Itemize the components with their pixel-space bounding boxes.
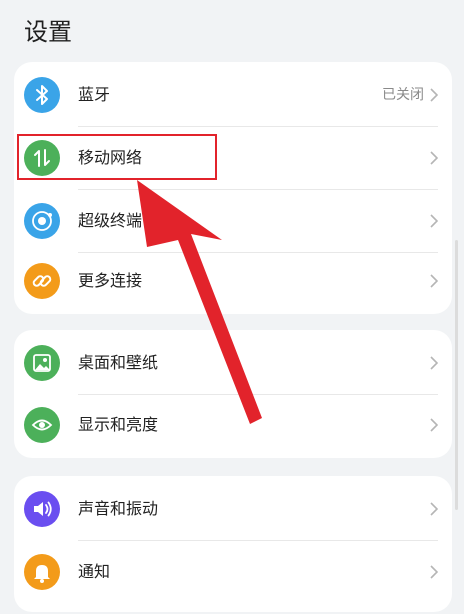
scrollbar[interactable] bbox=[455, 240, 458, 510]
settings-item-super-device[interactable]: 超级终端 bbox=[14, 190, 452, 252]
settings-item-label: 声音和振动 bbox=[78, 499, 159, 518]
chevron-right-icon bbox=[430, 418, 438, 432]
chevron-right-icon bbox=[430, 214, 438, 228]
highlight-box bbox=[17, 134, 217, 180]
sound-card: 声音和振动 通知 bbox=[14, 476, 452, 612]
bell-icon bbox=[24, 554, 60, 590]
chevron-right-icon bbox=[430, 88, 438, 102]
display-card: 桌面和壁纸 显示和亮度 bbox=[14, 330, 452, 458]
speaker-icon bbox=[24, 491, 60, 527]
settings-item-label: 显示和亮度 bbox=[78, 415, 159, 434]
chevron-right-icon bbox=[430, 356, 438, 370]
chevron-right-icon bbox=[430, 274, 438, 288]
page-title: 设置 bbox=[24, 18, 72, 46]
chevron-right-icon bbox=[430, 502, 438, 516]
eye-icon bbox=[24, 407, 60, 443]
settings-item-label: 超级终端 bbox=[78, 211, 143, 230]
link-icon bbox=[24, 263, 60, 299]
super-device-icon bbox=[24, 203, 60, 239]
connectivity-card: 蓝牙 已关闭 移动网络 超级终端 更多连接 bbox=[14, 62, 452, 314]
chevron-right-icon bbox=[430, 565, 438, 579]
settings-item-notifications[interactable]: 通知 bbox=[14, 541, 452, 603]
settings-item-sound[interactable]: 声音和振动 bbox=[14, 478, 452, 540]
settings-item-more-connections[interactable]: 更多连接 bbox=[14, 250, 452, 312]
settings-item-wallpaper[interactable]: 桌面和壁纸 bbox=[14, 332, 452, 394]
settings-item-label: 通知 bbox=[78, 562, 111, 581]
wallpaper-icon bbox=[24, 345, 60, 381]
bluetooth-status: 已关闭 bbox=[382, 87, 424, 103]
settings-item-bluetooth[interactable]: 蓝牙 已关闭 bbox=[14, 64, 452, 126]
bluetooth-icon bbox=[24, 77, 60, 113]
chevron-right-icon bbox=[430, 151, 438, 165]
settings-item-label: 蓝牙 bbox=[78, 85, 111, 104]
settings-item-display[interactable]: 显示和亮度 bbox=[14, 394, 452, 456]
settings-item-label: 桌面和壁纸 bbox=[78, 353, 159, 372]
settings-item-label: 更多连接 bbox=[78, 271, 143, 290]
